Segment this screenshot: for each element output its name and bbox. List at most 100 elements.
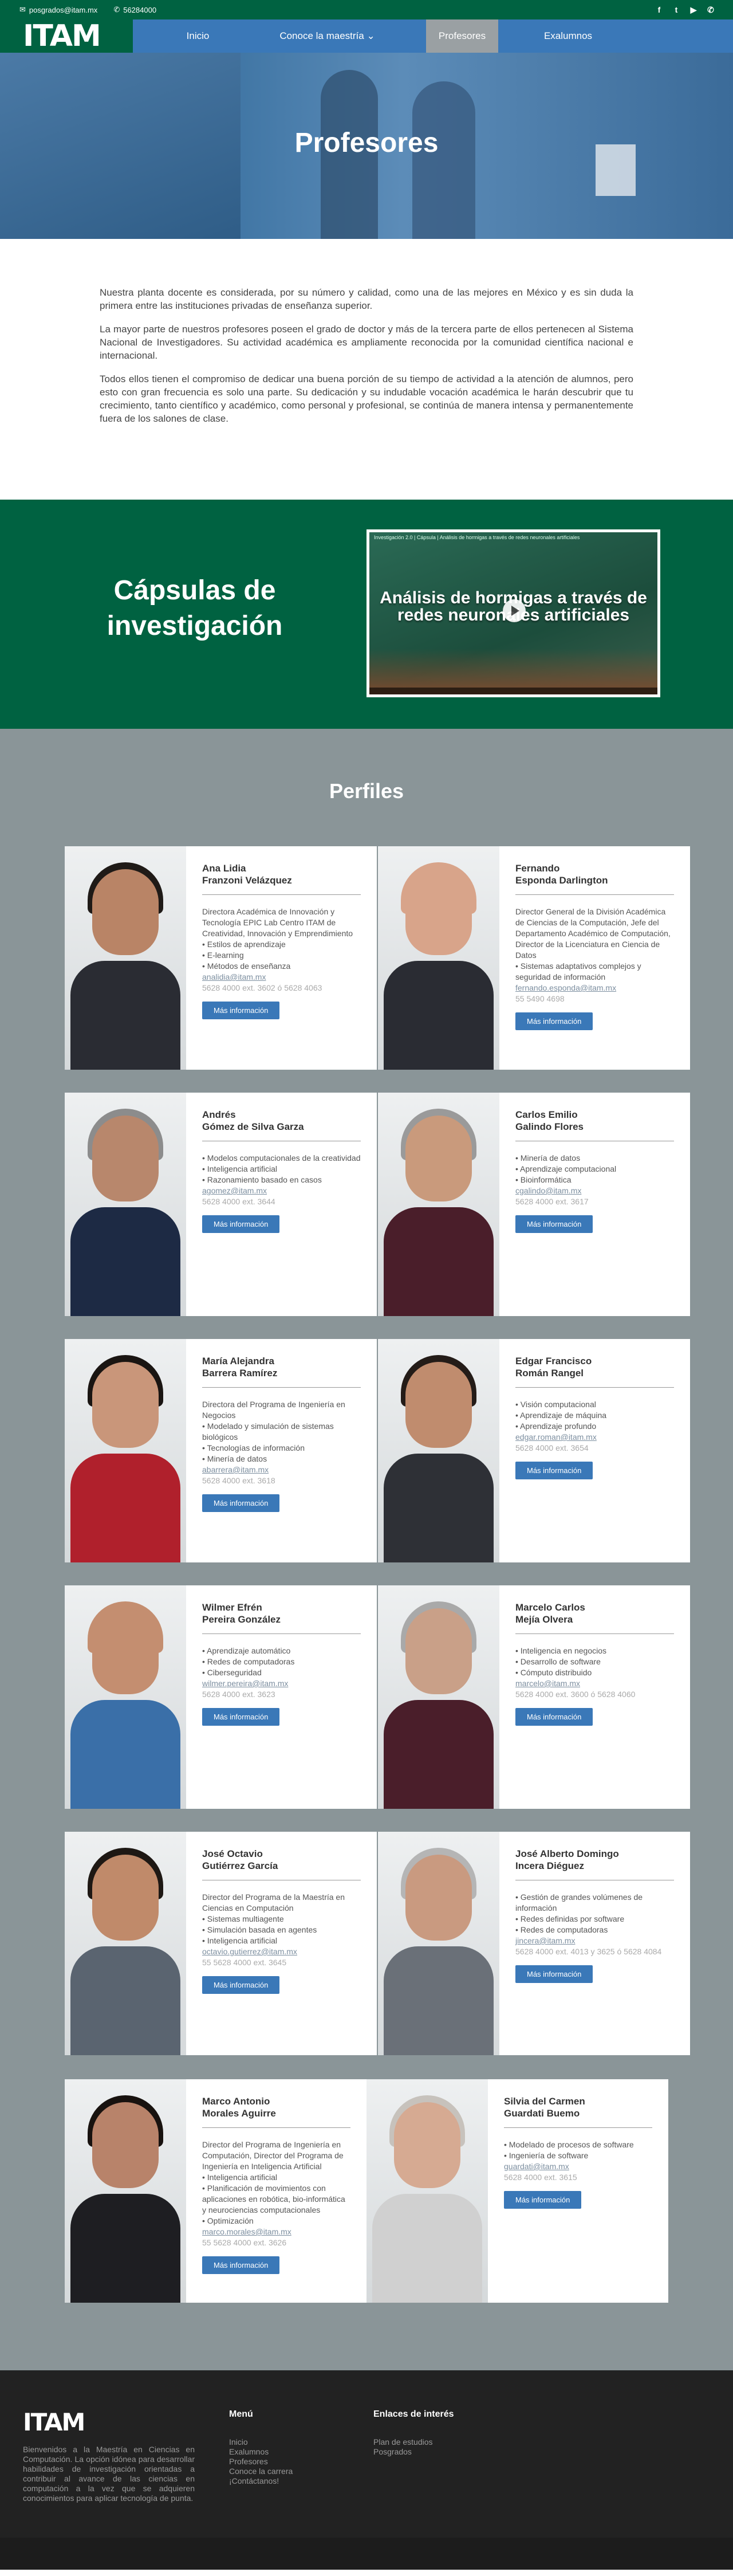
- profile-card: Marco Antonio Morales Aguirre Director del…: [65, 2079, 366, 2303]
- profile-last-name: Guardati Buemo: [504, 2108, 580, 2119]
- profile-info: José Alberto DomingoIncera Diéguez Gestió…: [499, 1832, 690, 2055]
- photo-face: [92, 1855, 159, 1941]
- profile-phone: 55 5628 4000 ext. 3645: [202, 1958, 287, 1967]
- more-info-button[interactable]: Más información: [515, 1708, 593, 1726]
- video-controls-bar[interactable]: [369, 688, 657, 694]
- photo-clothing: [384, 1700, 494, 1809]
- profile-email[interactable]: agomez@itam.mx: [202, 1185, 361, 1196]
- photo-clothing: [384, 1454, 494, 1562]
- nav-item-0[interactable]: Inicio: [167, 19, 228, 53]
- footer-menu-item[interactable]: Inicio: [229, 2437, 293, 2447]
- profile-last-name: Morales Aguirre: [202, 2108, 276, 2119]
- profile-last-name: Mejía Olvera: [515, 1614, 573, 1625]
- footer-menu-item[interactable]: ¡Contáctanos!: [229, 2476, 293, 2486]
- photo-face: [405, 1116, 472, 1201]
- profile-photo: [378, 1339, 499, 1562]
- footer-menu-item[interactable]: Profesores: [229, 2457, 293, 2467]
- youtube-icon[interactable]: ▶: [685, 5, 702, 15]
- profile-detail: Ingeniería de software: [504, 2150, 652, 2161]
- video-player[interactable]: Investigación 2.0 | Cápsula | Análisis d…: [366, 529, 660, 697]
- profile-detail: Modelos computacionales de la creativida…: [202, 1153, 361, 1164]
- more-info-button[interactable]: Más información: [504, 2191, 582, 2209]
- footer-menu: Menú Inicio Exalumnos Profesores Conoce la …: [229, 2409, 293, 2486]
- hero-banner: Profesores: [0, 53, 733, 239]
- profile-email[interactable]: wilmer.pereira@itam.mx: [202, 1678, 361, 1689]
- profile-first-name: Carlos Emilio: [515, 1109, 578, 1120]
- profile-email[interactable]: marcelo@itam.mx: [515, 1678, 674, 1689]
- twitter-icon[interactable]: t: [668, 5, 685, 14]
- whatsapp-icon[interactable]: ✆: [702, 5, 719, 15]
- profile-phone: 5628 4000 ext. 3644: [202, 1197, 275, 1206]
- footer-bottom-bar: [0, 2538, 733, 2570]
- more-info-button[interactable]: Más información: [202, 1976, 280, 1994]
- profile-phone: 5628 4000 ext. 3654: [515, 1443, 589, 1452]
- photo-face: [394, 2102, 460, 2188]
- profile-detail: Director General de la División Académic…: [515, 907, 671, 960]
- email-contact[interactable]: ✉ posgrados@itam.mx: [19, 5, 97, 14]
- footer-link-item[interactable]: Posgrados: [373, 2447, 454, 2457]
- profile-info: Edgar Francisco Román Rangel Visión comput…: [499, 1339, 690, 1562]
- profile-detail: Simulación basada en agentes: [202, 1925, 361, 1935]
- social-links: f t ▶ ✆: [651, 0, 719, 19]
- profile-email[interactable]: abarrera@itam.mx: [202, 1464, 361, 1475]
- profile-first-name: Marcelo Carlos: [515, 1602, 585, 1613]
- profile-email[interactable]: jincera@itam.mx: [515, 1935, 674, 1946]
- more-info-button[interactable]: Más información: [202, 1708, 280, 1726]
- profile-photo: [65, 1832, 186, 2055]
- play-icon[interactable]: [503, 599, 526, 622]
- more-info-button[interactable]: Más información: [515, 1215, 593, 1233]
- profile-detail: Minería de datos: [515, 1153, 674, 1164]
- profile-email[interactable]: analidia@itam.mx: [202, 972, 361, 983]
- profile-card: María Alejandra Barrera Ramírez Directora …: [65, 1339, 377, 1562]
- profile-detail: Ciberseguridad: [202, 1667, 361, 1678]
- profile-phone: 5628 4000 ext. 3615: [504, 2173, 577, 2182]
- profile-email[interactable]: fernando.esponda@itam.mx: [515, 983, 674, 994]
- nav-item-3[interactable]: Exalumnos: [498, 19, 638, 53]
- profile-first-name: Wilmer Efrén: [202, 1602, 262, 1613]
- profile-last-name: Incera Diéguez: [515, 1860, 584, 1871]
- profile-email[interactable]: octavio.gutierrez@itam.mx: [202, 1946, 361, 1957]
- footer-menu-item[interactable]: Conoce la carrera: [229, 2467, 293, 2476]
- nav-item-1[interactable]: Conoce la maestría ⌄: [228, 19, 426, 53]
- intro-paragraph: Todos ellos tienen el compromiso de dedi…: [100, 374, 633, 424]
- profile-phone: 5628 4000 ext. 4013 y 3625 ó 5628 4084: [515, 1947, 662, 1956]
- profile-email[interactable]: guardati@itam.mx: [504, 2161, 652, 2172]
- profile-photo: [366, 2079, 488, 2303]
- more-info-button[interactable]: Más información: [202, 1002, 280, 1019]
- top-bar: ✉ posgrados@itam.mx ✆ 56284000 f t ▶ ✆: [0, 0, 733, 19]
- profile-card: Wilmer EfrénPereira González Aprendizaje …: [65, 1585, 377, 1809]
- profile-phone: 5628 4000 ext. 3623: [202, 1690, 275, 1699]
- facebook-icon[interactable]: f: [651, 5, 668, 14]
- nav-item-2[interactable]: Profesores: [426, 19, 498, 53]
- profile-info: Marcelo CarlosMejía Olvera Inteligencia e…: [499, 1585, 690, 1809]
- profile-email[interactable]: marco.morales@itam.mx: [202, 2226, 350, 2237]
- main-nav: Inicio Conoce la maestría ⌄ Profesores Exal…: [133, 19, 733, 53]
- profile-email[interactable]: cgalindo@itam.mx: [515, 1185, 674, 1196]
- profile-last-name: Román Rangel: [515, 1368, 584, 1379]
- profile-card: José Alberto DomingoIncera Diéguez Gestió…: [378, 1832, 690, 2055]
- more-info-button[interactable]: Más información: [515, 1012, 593, 1030]
- footer-menu-item[interactable]: Exalumnos: [229, 2447, 293, 2457]
- profile-detail: Bioinformática: [515, 1175, 674, 1185]
- profile-email[interactable]: edgar.roman@itam.mx: [515, 1432, 674, 1443]
- profile-last-name: Galindo Flores: [515, 1121, 584, 1132]
- more-info-button[interactable]: Más información: [202, 1215, 280, 1233]
- footer-link-item[interactable]: Plan de estudios: [373, 2437, 454, 2447]
- footer-logo[interactable]: ITAM: [23, 2408, 85, 2436]
- profile-phone: 5628 4000 ext. 3617: [515, 1197, 589, 1206]
- video-title: Investigación 2.0 | Cápsula | Análisis d…: [374, 535, 580, 540]
- profile-photo: [65, 1585, 186, 1809]
- profile-last-name: Gómez de Silva Garza: [202, 1121, 304, 1132]
- photo-clothing: [70, 1946, 180, 2055]
- profile-card: José Octavio Gutiérrez García Director del…: [65, 1832, 377, 2055]
- profile-divider: [515, 1387, 674, 1388]
- more-info-button[interactable]: Más información: [515, 1462, 593, 1479]
- footer-links: Enlaces de interés Plan de estudios Posgr…: [373, 2409, 454, 2457]
- itam-logo[interactable]: ITAM: [0, 19, 133, 53]
- more-info-button[interactable]: Más información: [515, 1965, 593, 1983]
- more-info-button[interactable]: Más información: [202, 1494, 280, 1512]
- phone-contact[interactable]: ✆ 56284000: [113, 5, 156, 14]
- perfiles-section: Perfiles Ana Lidia Franzoni Velázquez Dire…: [0, 729, 733, 2370]
- more-info-button[interactable]: Más información: [202, 2256, 280, 2274]
- profile-first-name: Fernando: [515, 863, 560, 874]
